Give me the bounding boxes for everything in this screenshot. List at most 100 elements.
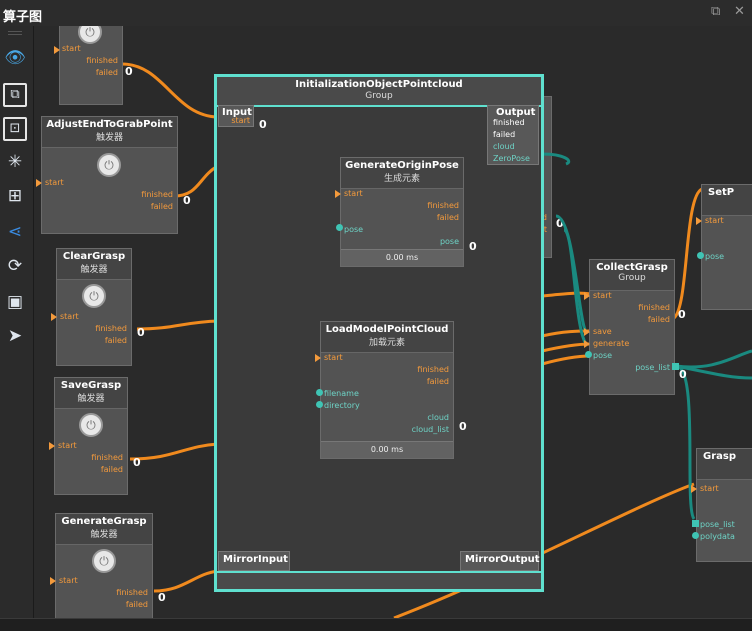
refresh-icon[interactable]: ⟳ (3, 254, 27, 278)
exec-port[interactable] (584, 292, 590, 300)
port-label: start (324, 353, 343, 362)
trigger-power-icon[interactable]: ⏻ (97, 153, 121, 177)
group-input-node[interactable]: Input start (218, 105, 254, 127)
exec-wire (136, 319, 219, 331)
node-subtitle: 触发器 (80, 265, 108, 275)
data-port[interactable] (692, 520, 699, 527)
share-graph-icon[interactable]: ⋖ (3, 220, 27, 244)
port-label: finished (141, 190, 173, 199)
exec-port[interactable] (50, 577, 56, 585)
node-collect-grasp[interactable]: CollectGrasp Group start save generate po… (584, 259, 679, 395)
screenshot-icon[interactable]: ▣ (3, 290, 27, 314)
node-generate-origin-pose[interactable]: GenerateOriginPose 生成元素 start pose finish… (335, 157, 464, 267)
output-value: 0 (137, 326, 145, 339)
port-label: finished (417, 365, 449, 374)
port-label: filename (324, 389, 359, 398)
port-label: failed (150, 202, 173, 211)
select-group-icon[interactable]: ⧉ (3, 83, 27, 107)
node-title: SetP (708, 187, 735, 198)
node-subtitle: 触发器 (95, 133, 123, 143)
port-label: generate (593, 339, 630, 348)
pointer-cursor-icon[interactable]: ➤ (3, 324, 27, 348)
group-output-node[interactable]: Output finished failed cloud ZeroPose (487, 105, 539, 165)
exec-port[interactable] (335, 190, 341, 198)
port-label: polydata (700, 532, 735, 541)
output-value: 0 (469, 240, 477, 253)
group-mirror-input-node[interactable]: MirrorInput (218, 551, 290, 571)
exec-port[interactable] (49, 442, 55, 450)
exec-wire (541, 291, 591, 298)
output-value: 0 (459, 420, 467, 433)
title-bar: 算子图 ⧉ ✕ (0, 0, 752, 27)
timing-label: 0.00 ms (341, 249, 463, 266)
port-label: pose (593, 351, 613, 360)
port-label: ZeroPose (493, 154, 530, 163)
exec-port[interactable] (696, 217, 702, 225)
exec-port[interactable] (584, 328, 590, 336)
trigger-power-icon[interactable]: ⏻ (82, 284, 106, 308)
group-title: InitializationObjectPointcloud (295, 79, 463, 90)
output-value: 0 (183, 194, 191, 207)
exec-wire (541, 342, 591, 353)
exec-port[interactable] (51, 313, 57, 321)
node-load-model-point-cloud[interactable]: LoadModelPointCloud 加载元素 start filename d… (315, 321, 454, 459)
trigger-power-icon[interactable]: ⏻ (79, 413, 103, 437)
data-wire (541, 152, 571, 166)
close-icon[interactable]: ✕ (734, 4, 745, 19)
exec-port[interactable] (584, 340, 590, 348)
data-port[interactable] (692, 532, 699, 539)
port-label: finished (116, 588, 148, 597)
expand-arrows-icon[interactable]: ✳ (3, 150, 27, 174)
timing-label: 0.00 ms (321, 441, 453, 458)
exec-port[interactable] (54, 46, 60, 54)
visibility-eye-icon[interactable]: 👁 (3, 46, 27, 70)
port-label: finished (493, 118, 525, 127)
output-value: 0 (678, 308, 686, 321)
exec-port[interactable] (36, 179, 42, 187)
port-label: failed (647, 315, 670, 324)
data-wire (675, 364, 696, 520)
port-label: failed (436, 213, 459, 222)
port-label: finished (638, 303, 670, 312)
data-port[interactable] (316, 389, 323, 396)
port-label: failed (426, 377, 449, 386)
trigger-power-icon: ⏻ (78, 26, 102, 44)
node-title: GenerateGrasp (61, 516, 147, 527)
node-clear-grasp[interactable]: ClearGrasp 触发器 ⏻ start finished failed (51, 248, 132, 366)
exec-port[interactable] (315, 354, 321, 362)
data-port[interactable] (697, 252, 704, 259)
connect-nodes-icon[interactable]: ⊡ (3, 117, 27, 141)
port-label: cloud (493, 142, 515, 151)
node-setp[interactable]: SetP start pose (696, 184, 752, 310)
data-port[interactable] (316, 401, 323, 408)
node-save-grasp[interactable]: SaveGrasp 触发器 ⏻ start finished failed (49, 377, 128, 495)
node-title: GenerateOriginPose (345, 160, 459, 171)
exec-wire (173, 164, 219, 198)
node-subtitle: 触发器 (77, 394, 105, 404)
undock-icon[interactable]: ⧉ (711, 4, 720, 19)
node-title: LoadModelPointCloud (325, 324, 449, 335)
port-label: pose (344, 225, 364, 234)
port-label: finished (427, 201, 459, 210)
exec-port[interactable] (691, 485, 697, 493)
data-port[interactable] (336, 224, 343, 231)
port-label: start (58, 441, 77, 450)
node-adjust-end-to-grab-point[interactable]: AdjustEndToGrabPoint 触发器 ⏻ start finished… (36, 116, 178, 234)
trigger-node-top[interactable]: ⏻ start finished failed (54, 26, 123, 105)
graph-canvas[interactable]: d st 0 (34, 26, 752, 618)
port-label: finished (86, 56, 118, 65)
node-generate-grasp[interactable]: GenerateGrasp 触发器 ⏻ start finished failed (50, 513, 153, 618)
port-label: cloud_list (411, 425, 449, 434)
node-title: ClearGrasp (62, 251, 126, 262)
data-port[interactable] (672, 363, 679, 370)
data-port[interactable] (585, 351, 592, 358)
tree-layout-icon[interactable]: ⊞ (3, 184, 27, 208)
port-label: failed (100, 465, 123, 474)
data-wire (675, 364, 752, 380)
data-wire (555, 214, 588, 333)
drag-handle[interactable] (8, 31, 22, 32)
group-initialization-object-pointcloud[interactable]: InitializationObjectPointcloud Group Inp… (214, 74, 544, 592)
node-grasp[interactable]: Grasp start pose_list polydata (691, 448, 752, 562)
trigger-power-icon[interactable]: ⏻ (92, 549, 116, 573)
group-mirror-output-node[interactable]: MirrorOutput (460, 551, 540, 571)
